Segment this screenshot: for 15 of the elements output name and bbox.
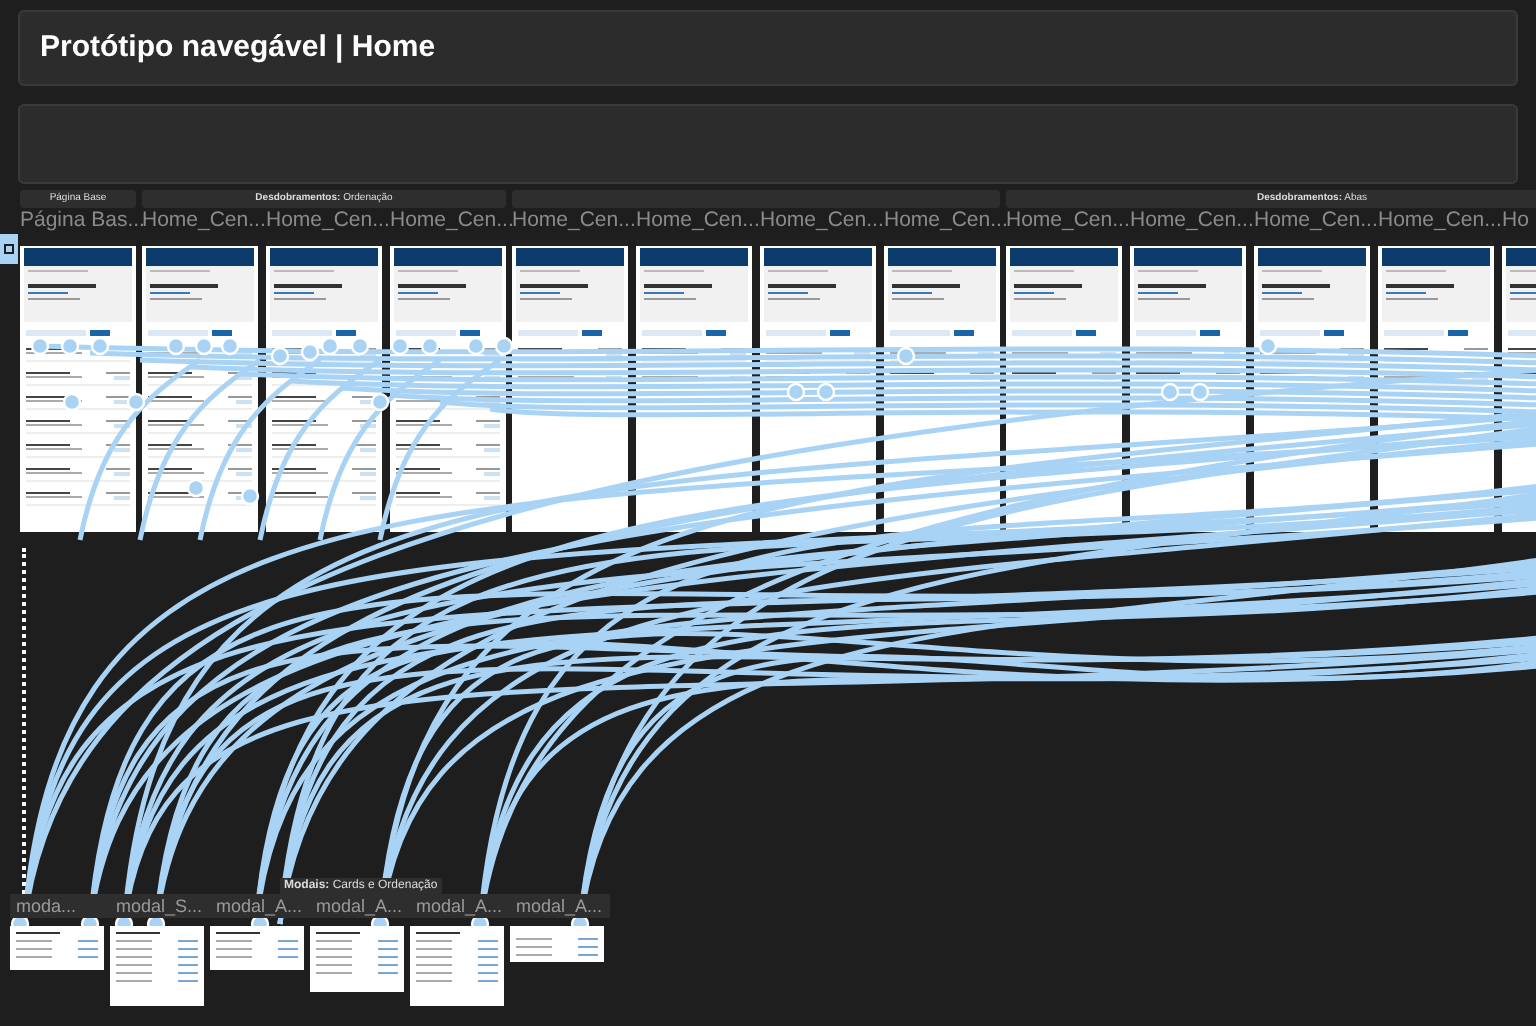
frame-name[interactable]: moda...	[10, 894, 110, 918]
modal-thumbnail-drawing	[10, 926, 104, 970]
modal-thumbnail-drawing	[110, 926, 204, 1006]
page-title: Protótipo navegável | Home	[40, 27, 436, 68]
modal-thumbnail-drawing	[210, 926, 304, 970]
modal-thumbnail-drawing	[310, 926, 404, 992]
frame-name[interactable]: modal_A...	[310, 894, 410, 918]
frame-name[interactable]: modal_A...	[510, 894, 610, 918]
flow-start-icon[interactable]	[0, 234, 18, 264]
frame-name[interactable]: modal_A...	[210, 894, 310, 918]
frame-name[interactable]: modal_A...	[410, 894, 510, 918]
frame-name[interactable]: Ho	[1502, 208, 1536, 234]
frame-name[interactable]: modal_S...	[110, 894, 210, 918]
modal-thumbnail-drawing	[510, 926, 604, 962]
modal-thumbnail-drawing	[410, 926, 504, 1006]
